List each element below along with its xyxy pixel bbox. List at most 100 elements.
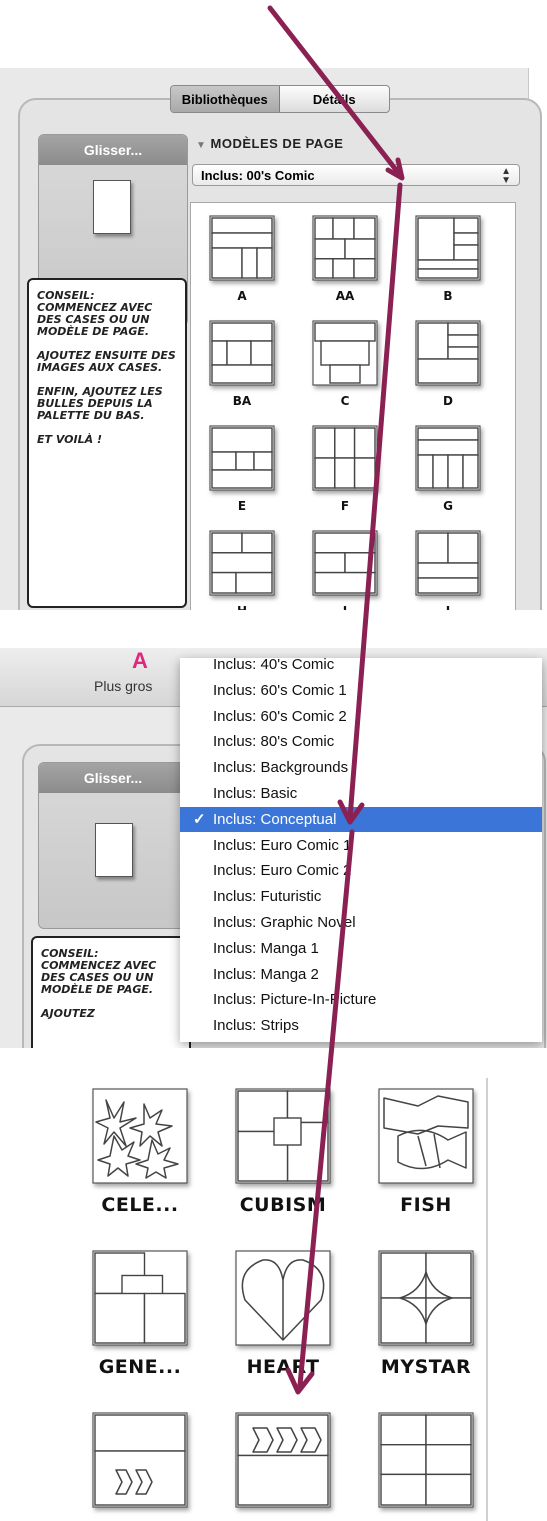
page-icon[interactable] bbox=[93, 180, 131, 234]
menu-item-label: Inclus: Picture-In-Picture bbox=[213, 991, 377, 1009]
menu-item-label: Inclus: 60's Comic 2 bbox=[213, 707, 347, 725]
bigger-button-label[interactable]: Plus gros bbox=[94, 678, 152, 694]
menu-item[interactable]: Inclus: Backgrounds bbox=[180, 755, 542, 780]
conceptual-template-label: GENE... bbox=[98, 1356, 182, 1378]
template-label: B bbox=[443, 289, 453, 303]
template-grid: AAABBACDEFGHIJ bbox=[190, 202, 516, 610]
conceptual-template-thumbnail[interactable] bbox=[92, 1088, 188, 1184]
menu-item-label: Inclus: Conceptual bbox=[213, 810, 337, 828]
select-arrows-icon: ▲ ▼ bbox=[501, 166, 511, 186]
menu-item-label: Inclus: Backgrounds bbox=[213, 759, 349, 777]
template-thumbnail[interactable] bbox=[415, 530, 481, 596]
menu-item[interactable]: Inclus: Graphic Novel bbox=[180, 910, 542, 935]
menu-item-label: Inclus: Basic bbox=[213, 785, 298, 802]
menu-item[interactable]: Inclus: 60's Comic 1 bbox=[180, 678, 542, 703]
conceptual-template-label: CELE... bbox=[101, 1194, 179, 1216]
menu-item[interactable]: Inclus: Futuristic bbox=[180, 884, 542, 909]
menu-item[interactable]: Inclus: Euro Comic 1 bbox=[180, 833, 542, 858]
menu-item[interactable]: Inclus: Picture-In-Picture bbox=[180, 987, 542, 1012]
menu-item-label: Inclus: Manga 1 bbox=[213, 939, 319, 957]
menu-item[interactable]: Inclus: Euro Comic 2 bbox=[180, 858, 542, 883]
menu-item[interactable]: Inclus: Manga 1 bbox=[180, 936, 542, 961]
template-thumbnail[interactable] bbox=[312, 425, 378, 491]
drag-title: Glisser... bbox=[39, 135, 187, 165]
template-label: H bbox=[192, 604, 292, 610]
menu-item-label: Inclus: 80's Comic bbox=[213, 733, 335, 751]
template-label: J bbox=[398, 604, 498, 610]
menu-item[interactable]: Inclus: Strips bbox=[180, 1013, 542, 1038]
bigger-font-icon[interactable]: A bbox=[132, 648, 148, 674]
menu-item[interactable]: Inclus: 80's Comic bbox=[180, 729, 542, 754]
section-title: MODÈLES DE PAGE bbox=[210, 136, 344, 151]
tip-paragraph-2: AJOUTEZ ENSUITE DES IMAGES AUX CASES. bbox=[37, 349, 176, 374]
conceptual-template-thumbnail[interactable] bbox=[92, 1250, 188, 1346]
conceptual-template-thumbnail[interactable] bbox=[235, 1412, 331, 1508]
panel-bibliotheques: Bibliothèques Détails Glisser... CONSEIL… bbox=[0, 68, 547, 610]
menu-item[interactable]: Inclus: 40's Comic bbox=[180, 652, 542, 677]
conceptual-template-label: CUBISM bbox=[239, 1194, 327, 1216]
template-thumbnail[interactable] bbox=[415, 425, 481, 491]
tip-paragraph-1: CONSEIL: COMMENCEZ AVEC DES CASES OU UN … bbox=[41, 947, 157, 996]
panel-library-menu: A Plus gros Glisser... CONSEIL: COMMENCE… bbox=[0, 648, 547, 1048]
disclosure-triangle-icon[interactable]: ▼ bbox=[196, 140, 206, 151]
menu-item-label: Inclus: Strips bbox=[213, 1017, 299, 1035]
template-thumbnail[interactable] bbox=[415, 215, 481, 281]
template-label: G bbox=[443, 499, 453, 513]
conceptual-template-label: HEART bbox=[246, 1356, 320, 1378]
menu-item[interactable]: ✓ Inclus: Conceptual bbox=[180, 806, 542, 832]
panel-conceptual-templates: CELE...CUBISMFISHGENE...HEARTMYSTARPLACE… bbox=[68, 1078, 504, 1521]
tab-bar: Bibliothèques Détails bbox=[170, 85, 390, 113]
menu-item-label: Inclus: Graphic Novel bbox=[213, 914, 356, 931]
template-label: AA bbox=[335, 289, 355, 303]
menu-item-label: Inclus: Manga 2 bbox=[213, 965, 319, 983]
select-value: Inclus: 00's Comic bbox=[201, 167, 315, 183]
template-library-select[interactable]: Inclus: 00's Comic ▲ ▼ bbox=[192, 164, 520, 186]
tip-paragraph-cut: AJOUTEZ bbox=[41, 1007, 95, 1020]
menu-item-label: Inclus: Futuristic bbox=[213, 888, 322, 906]
tip-paragraph-3: ENFIN, AJOUTEZ LES BULLES DEPUIS LA PALE… bbox=[37, 385, 163, 422]
conceptual-template-thumbnail[interactable] bbox=[378, 1412, 474, 1508]
template-label: A bbox=[237, 289, 247, 303]
drag-box[interactable]: Glisser... bbox=[38, 762, 188, 929]
menu-item-label: Inclus: Euro Comic 2 bbox=[213, 862, 352, 880]
tip-paragraph-1: CONSEIL: COMMENCEZ AVEC DES CASES OU UN … bbox=[37, 289, 153, 338]
template-thumbnail[interactable] bbox=[209, 215, 275, 281]
library-dropdown-menu: Inclus: 40's Comic Inclus: 60's Comic 1 In… bbox=[180, 656, 542, 1042]
menu-item-label: Inclus: 40's Comic bbox=[213, 656, 335, 673]
conceptual-template-thumbnail[interactable] bbox=[92, 1412, 188, 1508]
tab-details[interactable]: Détails bbox=[280, 86, 390, 112]
template-label: I bbox=[295, 604, 395, 610]
template-thumbnail[interactable] bbox=[209, 425, 275, 491]
conceptual-template-label: MYSTAR bbox=[380, 1356, 472, 1378]
menu-item[interactable]: Inclus: Manga 2 bbox=[180, 962, 542, 987]
template-label: D bbox=[443, 394, 453, 408]
menu-item-label: Inclus: 60's Comic 1 bbox=[213, 681, 347, 699]
template-thumbnail[interactable] bbox=[312, 530, 378, 596]
conceptual-template-thumbnail[interactable] bbox=[235, 1250, 331, 1346]
menu-item-label: Inclus: Euro Comic 1 bbox=[213, 836, 352, 854]
template-thumbnail[interactable] bbox=[209, 530, 275, 596]
menu-item[interactable]: Inclus: Basic bbox=[180, 781, 542, 806]
template-label: F bbox=[340, 499, 350, 513]
checkmark-icon: ✓ bbox=[193, 811, 206, 829]
template-label: BA bbox=[232, 394, 252, 408]
conceptual-template-thumbnail[interactable] bbox=[378, 1250, 474, 1346]
template-thumbnail[interactable] bbox=[312, 215, 378, 281]
conceptual-template-thumbnail[interactable] bbox=[235, 1088, 331, 1184]
section-header[interactable]: ▼ MODÈLES DE PAGE bbox=[196, 136, 343, 151]
template-thumbnail[interactable] bbox=[415, 320, 481, 386]
tip-paragraph-4: ET VOILÀ ! bbox=[37, 433, 102, 446]
tip-box: CONSEIL: COMMENCEZ AVEC DES CASES OU UN … bbox=[27, 278, 187, 608]
drag-title: Glisser... bbox=[39, 763, 187, 793]
template-thumbnail[interactable] bbox=[209, 320, 275, 386]
conceptual-template-label: FISH bbox=[400, 1194, 452, 1216]
menu-item[interactable]: Inclus: 60's Comic 2 bbox=[180, 704, 542, 729]
scroll-divider bbox=[486, 1078, 488, 1521]
template-label: C bbox=[340, 394, 350, 408]
conceptual-template-thumbnail[interactable] bbox=[378, 1088, 474, 1184]
template-thumbnail[interactable] bbox=[312, 320, 378, 386]
template-label: E bbox=[237, 499, 247, 513]
tab-bibliotheques[interactable]: Bibliothèques bbox=[171, 86, 280, 112]
page-icon[interactable] bbox=[95, 823, 133, 877]
tip-box: CONSEIL: COMMENCEZ AVEC DES CASES OU UN … bbox=[31, 936, 191, 1048]
